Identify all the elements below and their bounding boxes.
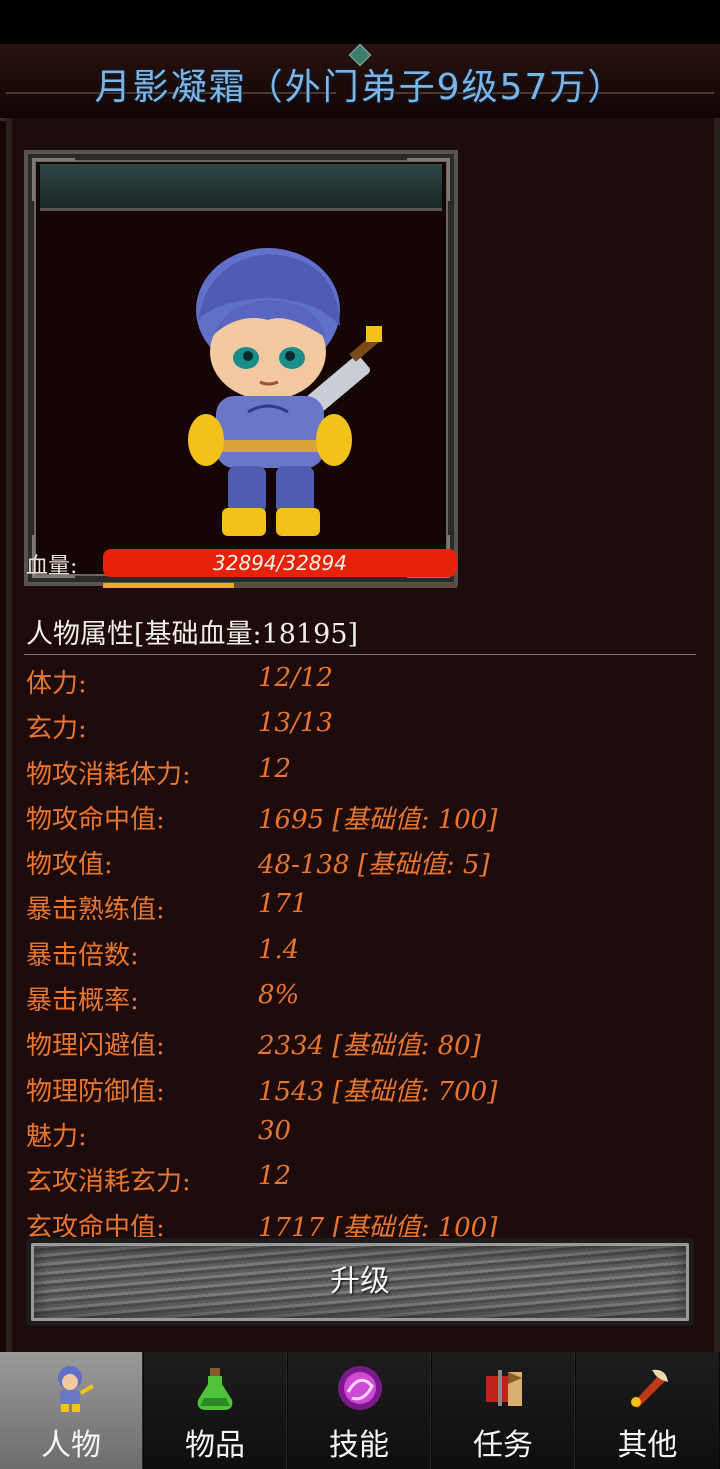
tab-skills[interactable]: 技能 bbox=[288, 1352, 431, 1469]
hp-bar: 32894/32894 bbox=[103, 549, 457, 577]
attribute-value: 8% bbox=[258, 980, 300, 1011]
page-title: 月影凝霜（外门弟子9级57万） bbox=[94, 67, 626, 108]
attribute-label: 体力: bbox=[26, 669, 87, 699]
portrait-frame bbox=[24, 150, 458, 586]
attribute-row: 物攻消耗体力: 12 bbox=[24, 748, 696, 793]
tab-quests[interactable]: 任务 bbox=[432, 1352, 575, 1469]
attribute-row: 暴击概率: 8% bbox=[24, 974, 696, 1019]
attribute-label: 物攻消耗体力: bbox=[26, 759, 191, 790]
attributes-list[interactable]: 体力: 12/12 玄力: 13/13 物攻消耗体力: 12 物攻命中值: 1695 [基础值… bbox=[24, 657, 696, 1237]
attribute-label: 物理闪避值: bbox=[26, 1031, 165, 1062]
quest-flag-icon bbox=[486, 1370, 522, 1406]
attribute-value: 2334 [基础值: 80] bbox=[258, 1031, 481, 1062]
attribute-value: 12/12 bbox=[258, 663, 333, 693]
attribute-label: 暴击倍数: bbox=[26, 940, 139, 971]
bottom-tab-bar: 人物 物品 技能 任务 其他 bbox=[0, 1352, 720, 1469]
portrait-top-strip bbox=[40, 164, 442, 211]
attribute-value: 13/13 bbox=[258, 708, 333, 739]
attribute-value: 48-138 [基础值: 5] bbox=[258, 850, 490, 881]
attribute-label: 玄力: bbox=[26, 714, 87, 745]
tab-label: 人物 bbox=[41, 1428, 101, 1463]
attribute-label: 物攻值: bbox=[26, 850, 113, 881]
attribute-value: 1543 [基础值: 700] bbox=[258, 1076, 498, 1107]
frame-corner bbox=[32, 158, 75, 201]
header: 月影凝霜（外门弟子9级57万） bbox=[0, 43, 720, 121]
attribute-row: 物理防御值: 1543 [基础值: 700] bbox=[24, 1065, 696, 1110]
attribute-row: 玄力: 13/13 bbox=[24, 702, 696, 747]
attribute-label: 物攻命中值: bbox=[26, 804, 165, 835]
tab-label: 其他 bbox=[617, 1428, 678, 1463]
attribute-row: 魅力: 30 bbox=[24, 1110, 696, 1155]
attribute-row: 玄攻命中值: 1717 [基础值: 100] bbox=[24, 1201, 696, 1237]
tab-label: 任务 bbox=[473, 1428, 533, 1463]
tab-label: 技能 bbox=[329, 1428, 389, 1463]
attribute-row: 玄攻消耗玄力: 12 bbox=[24, 1155, 696, 1200]
status-bar bbox=[0, 0, 720, 44]
secondary-bar-fill bbox=[103, 583, 234, 588]
upgrade-button[interactable]: 升级 bbox=[26, 1238, 694, 1326]
tab-label: 物品 bbox=[185, 1428, 245, 1463]
upgrade-button-label: 升级 bbox=[330, 1264, 390, 1299]
frame-corner bbox=[407, 158, 450, 201]
attribute-label: 魅力: bbox=[26, 1121, 87, 1152]
attribute-value: 1695 [基础值: 100] bbox=[258, 804, 498, 835]
attribute-label: 玄攻命中值: bbox=[26, 1212, 165, 1237]
attribute-row: 物理闪避值: 2334 [基础值: 80] bbox=[24, 1019, 696, 1064]
attribute-value: 12 bbox=[258, 1161, 292, 1192]
attribute-row: 体力: 12/12 bbox=[24, 657, 696, 702]
attributes-divider bbox=[24, 654, 696, 655]
attributes-header: 人物属性[基础血量:18195] bbox=[26, 619, 359, 650]
character-avatar bbox=[188, 248, 382, 536]
attribute-value: 1.4 bbox=[258, 934, 300, 965]
attribute-row: 物攻命中值: 1695 [基础值: 100] bbox=[24, 793, 696, 838]
tab-items[interactable]: 物品 bbox=[144, 1352, 287, 1469]
attribute-value: 171 bbox=[258, 889, 308, 920]
attribute-row: 暴击倍数: 1.4 bbox=[24, 929, 696, 974]
tab-other[interactable]: 其他 bbox=[576, 1352, 719, 1469]
potion-icon bbox=[197, 1368, 233, 1410]
attribute-label: 暴击熟练值: bbox=[26, 895, 165, 926]
attribute-row: 暴击熟练值: 171 bbox=[24, 883, 696, 928]
weapon-icon bbox=[631, 1369, 668, 1408]
secondary-bar bbox=[103, 583, 457, 588]
attribute-value: 30 bbox=[258, 1115, 292, 1146]
attribute-label: 暴击概率: bbox=[26, 986, 139, 1017]
attribute-value: 1717 [基础值: 100] bbox=[258, 1212, 498, 1237]
hp-label: 血量: bbox=[26, 554, 78, 579]
skill-orb-icon bbox=[338, 1366, 382, 1410]
hp-value: 32894/32894 bbox=[213, 551, 347, 575]
tab-character[interactable]: 人物 bbox=[0, 1352, 143, 1469]
attribute-label: 玄攻消耗玄力: bbox=[26, 1167, 191, 1198]
character-icon bbox=[58, 1366, 94, 1412]
attribute-row: 物攻值: 48-138 [基础值: 5] bbox=[24, 838, 696, 883]
attribute-label: 物理防御值: bbox=[26, 1076, 165, 1107]
attribute-value: 12 bbox=[258, 753, 292, 784]
